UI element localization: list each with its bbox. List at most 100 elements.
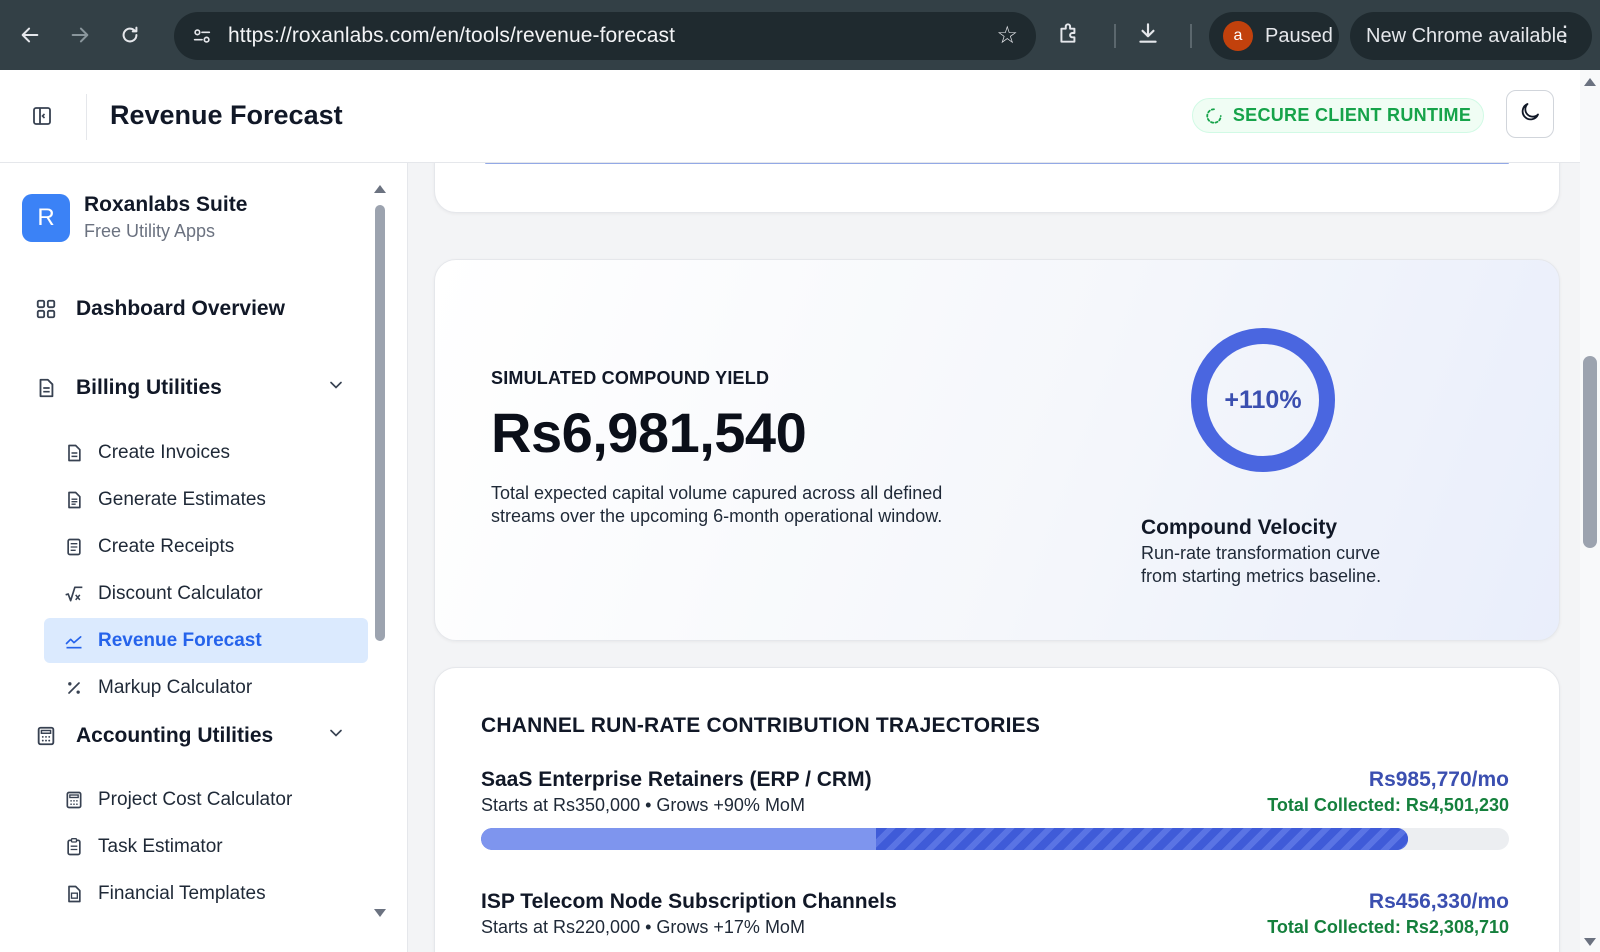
input-underline	[485, 163, 1509, 164]
yield-label: SIMULATED COMPOUND YIELD	[491, 368, 770, 388]
profile-avatar: a	[1223, 21, 1253, 51]
clipboard-icon	[62, 837, 86, 857]
stream-meta: Starts at Rs350,000 • Grows +90% MoM	[481, 795, 805, 815]
toolbar-divider	[1114, 24, 1116, 48]
brand-logo: R	[22, 193, 70, 242]
sidebar-scrollbar[interactable]	[374, 185, 388, 925]
sidebar-group-label: Accounting Utilities	[76, 724, 274, 747]
address-bar[interactable]: https://roxanlabs.com/en/tools/revenue-f…	[174, 12, 1036, 60]
sidebar-item-label: Revenue Forecast	[98, 629, 262, 651]
calculator-icon	[62, 790, 86, 810]
profile-status: Paused	[1265, 24, 1333, 47]
header-divider	[86, 94, 87, 140]
calculator-icon	[34, 725, 58, 747]
sidebar-item-revenue-forecast[interactable]: Revenue Forecast	[44, 618, 368, 663]
trend-chart-icon	[62, 631, 86, 651]
stream-name: SaaS Enterprise Retainers (ERP / CRM)	[481, 768, 872, 791]
input-card	[434, 163, 1560, 213]
page-scroll-thumb[interactable]	[1583, 356, 1597, 548]
download-icon[interactable]	[1135, 20, 1161, 51]
stream-total: Total Collected: Rs2,308,710	[1267, 917, 1509, 937]
stream-total: Total Collected: Rs4,501,230	[1267, 795, 1509, 815]
stream-rate: Rs985,770/mo	[1368, 768, 1509, 791]
stream-progress-track	[481, 828, 1509, 850]
sidebar-item-financial-templates[interactable]: Financial Templates	[44, 871, 368, 916]
shield-icon	[1205, 107, 1223, 125]
receipt-icon	[62, 537, 86, 557]
sidebar-toggle-icon[interactable]	[30, 104, 54, 133]
page-title: Revenue Forecast	[110, 100, 343, 130]
sidebar-item-label: Create Invoices	[98, 441, 231, 463]
toolbar-divider	[1190, 24, 1192, 48]
forward-icon[interactable]	[60, 15, 100, 55]
percent-icon	[62, 678, 86, 698]
stream-growth-segment	[876, 828, 1408, 850]
bookmark-star-icon[interactable]: ☆	[996, 22, 1018, 50]
dark-mode-toggle[interactable]	[1506, 90, 1554, 138]
sidebar: R Roxanlabs Suite Free Utility Apps Dash…	[0, 163, 408, 952]
url-text[interactable]: https://roxanlabs.com/en/tools/revenue-f…	[228, 24, 675, 48]
channel-trajectories-card: CHANNEL RUN-RATE CONTRIBUTION TRAJECTORI…	[434, 667, 1560, 952]
scroll-down-arrow-icon[interactable]	[1584, 938, 1596, 946]
grid-icon	[34, 298, 58, 320]
yield-value: Rs6,981,540	[491, 401, 807, 464]
scroll-up-arrow-icon[interactable]	[1584, 78, 1596, 86]
profile-button[interactable]: a Paused	[1209, 12, 1339, 60]
sidebar-item-label: Task Estimator	[98, 835, 223, 857]
sidebar-scroll-thumb[interactable]	[375, 205, 385, 641]
stream-base-segment	[481, 828, 876, 850]
sidebar-item-dashboard[interactable]: Dashboard Overview	[34, 297, 285, 321]
reload-icon[interactable]	[110, 15, 150, 55]
sidebar-group-billing[interactable]: Billing Utilities	[34, 376, 342, 400]
back-icon[interactable]	[10, 15, 50, 55]
main-content: SIMULATED COMPOUND YIELD Rs6,981,540 Tot…	[408, 163, 1580, 952]
sidebar-item-label: Dashboard Overview	[76, 297, 285, 320]
browser-toolbar: https://roxanlabs.com/en/tools/revenue-f…	[0, 0, 1600, 70]
chevron-down-icon[interactable]	[326, 723, 346, 749]
update-chrome-button[interactable]: New Chrome available ⋮	[1350, 12, 1592, 60]
sidebar-item-create-invoices[interactable]: Create Invoices	[44, 430, 368, 475]
file-text-icon	[62, 443, 86, 463]
sidebar-item-discount-calculator[interactable]: Discount Calculator	[44, 571, 368, 616]
sidebar-item-label: Financial Templates	[98, 882, 266, 904]
section-title: CHANNEL RUN-RATE CONTRIBUTION TRAJECTORI…	[481, 714, 1041, 737]
sidebar-item-label: Project Cost Calculator	[98, 788, 293, 810]
brand-subtitle: Free Utility Apps	[84, 221, 216, 241]
extensions-icon[interactable]	[1056, 20, 1082, 51]
velocity-description: Run-rate transformation curve from start…	[1141, 543, 1382, 586]
site-settings-icon[interactable]	[182, 25, 222, 47]
update-label: New Chrome available	[1366, 24, 1568, 47]
brand: R Roxanlabs Suite Free Utility Apps	[22, 193, 247, 242]
chevron-down-icon[interactable]	[326, 375, 346, 401]
sidebar-item-label: Generate Estimates	[98, 488, 266, 510]
sidebar-item-markup-calculator[interactable]: Markup Calculator	[44, 665, 368, 710]
scroll-up-arrow-icon[interactable]	[374, 185, 386, 193]
secure-runtime-label: SECURE CLIENT RUNTIME	[1232, 105, 1472, 125]
donut-percent: +110%	[1224, 385, 1302, 414]
app-header: Revenue Forecast SECURE CLIENT RUNTIME	[0, 70, 1580, 163]
velocity-title: Compound Velocity	[1141, 516, 1338, 539]
sidebar-item-project-cost-calculator[interactable]: Project Cost Calculator	[44, 777, 368, 822]
scroll-down-arrow-icon[interactable]	[374, 909, 386, 917]
sidebar-item-label: Markup Calculator	[98, 676, 253, 698]
yield-description: Total expected capital volume capured ac…	[491, 483, 943, 526]
secure-runtime-badge: SECURE CLIENT RUNTIME	[1192, 98, 1484, 133]
page-scrollbar[interactable]	[1580, 70, 1600, 952]
square-root-icon	[62, 584, 86, 604]
moon-icon	[1518, 100, 1542, 129]
sidebar-item-label: Create Receipts	[98, 535, 235, 557]
sidebar-item-generate-estimates[interactable]: Generate Estimates	[44, 477, 368, 522]
document-icon	[34, 377, 58, 399]
sidebar-item-create-receipts[interactable]: Create Receipts	[44, 524, 368, 569]
more-menu-icon[interactable]: ⋮	[1554, 21, 1576, 47]
file-template-icon	[62, 884, 86, 904]
sidebar-group-label: Billing Utilities	[76, 376, 222, 399]
sidebar-item-task-estimator[interactable]: Task Estimator	[44, 824, 368, 869]
stream-progress-fill	[481, 828, 1408, 850]
compound-velocity-donut: +110%	[1189, 326, 1337, 479]
yield-summary-card: SIMULATED COMPOUND YIELD Rs6,981,540 Tot…	[434, 259, 1560, 641]
stream-meta: Starts at Rs220,000 • Grows +17% MoM	[481, 917, 805, 937]
stream-name: ISP Telecom Node Subscription Channels	[481, 890, 897, 913]
stream-rate: Rs456,330/mo	[1368, 890, 1509, 913]
sidebar-group-accounting[interactable]: Accounting Utilities	[34, 724, 342, 748]
